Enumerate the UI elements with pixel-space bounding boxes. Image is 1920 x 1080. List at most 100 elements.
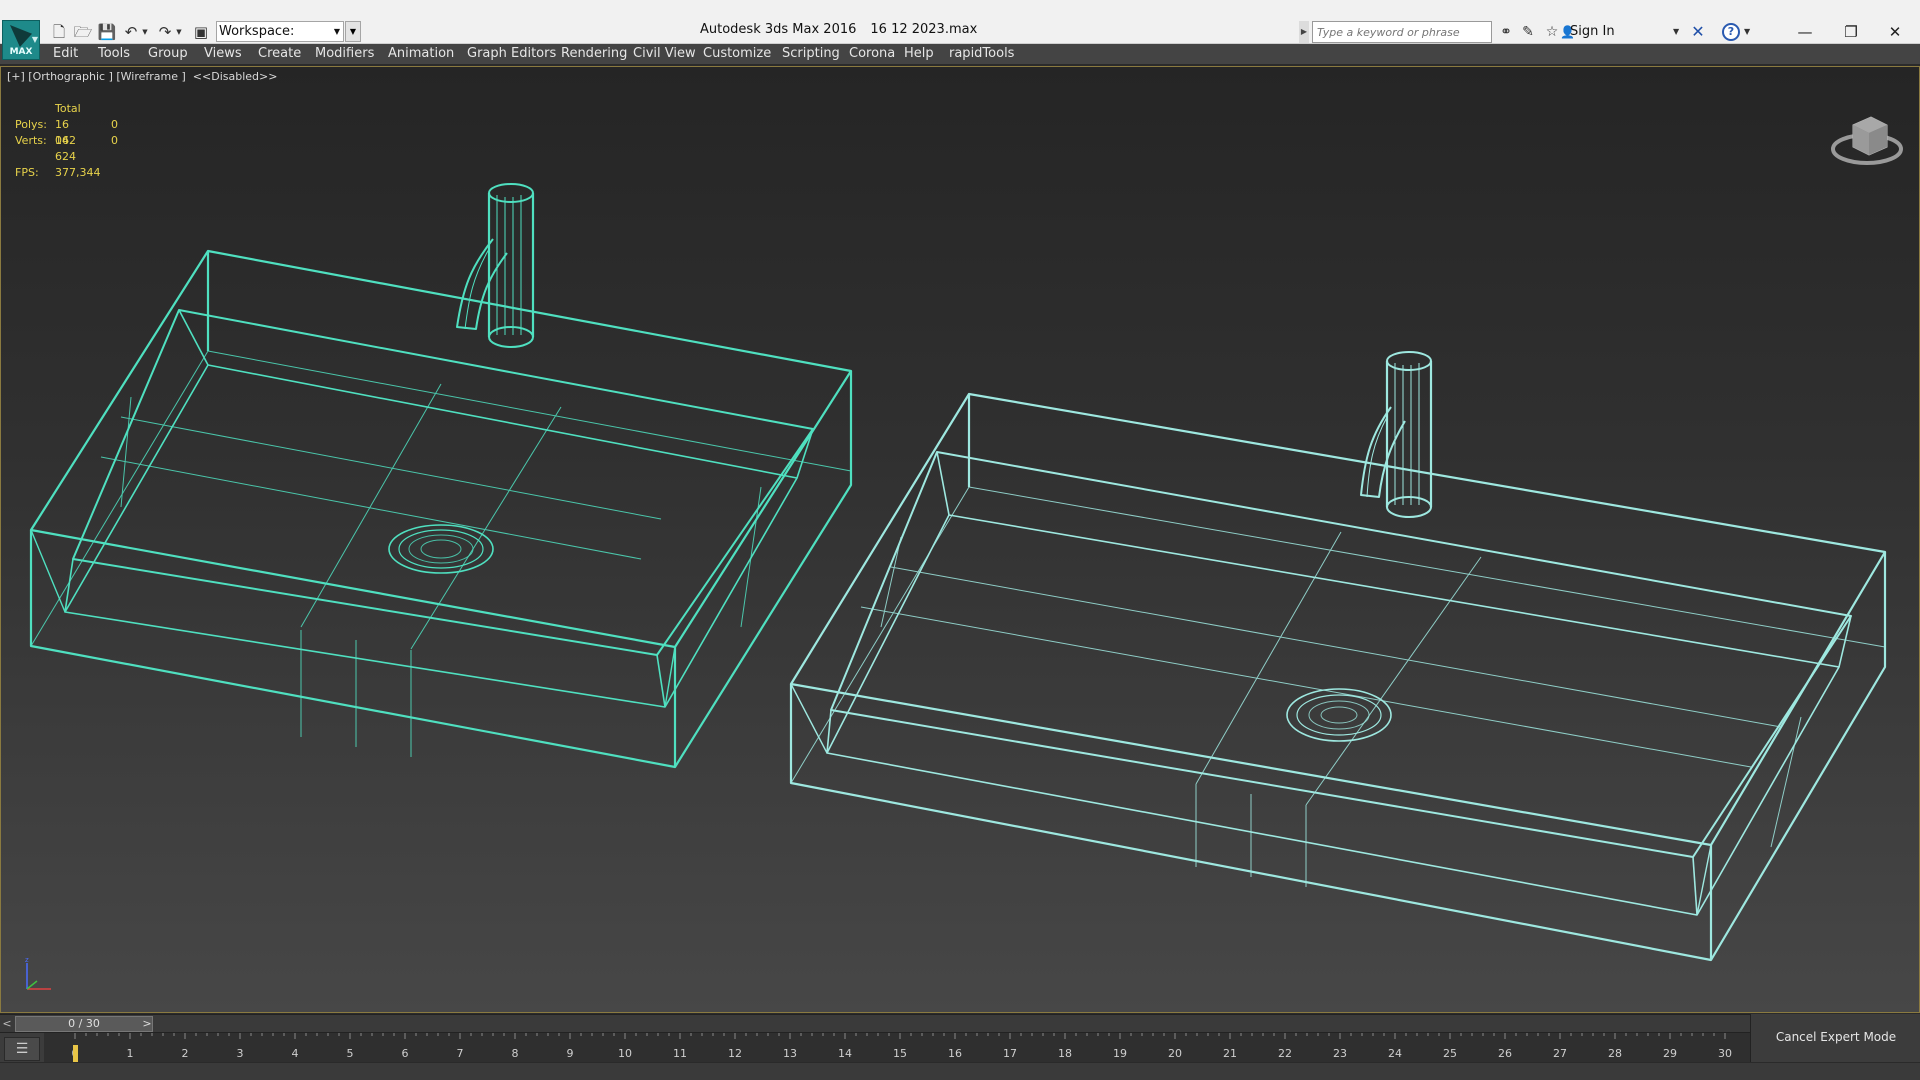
frame-tick-label: 20 — [1168, 1047, 1182, 1060]
menu-graph-editors[interactable]: Graph Editors — [467, 46, 556, 61]
chevron-down-icon[interactable]: ▼ — [1673, 27, 1679, 36]
frame-tick-label: 1 — [127, 1047, 134, 1060]
search-input[interactable] — [1312, 21, 1492, 43]
open-folder-icon[interactable]: 🗁 — [72, 22, 94, 42]
frame-tick-label: 24 — [1388, 1047, 1402, 1060]
frame-tick-label: 9 — [567, 1047, 574, 1060]
binoculars-icon[interactable]: ⚭ — [1496, 22, 1516, 42]
menu-tools[interactable]: Tools — [98, 46, 130, 61]
menu-rapidtools[interactable]: rapidTools — [949, 46, 1014, 61]
frame-tick-label: 14 — [838, 1047, 852, 1060]
fps-value: 377,344 — [55, 166, 101, 179]
frame-tick-label: 10 — [618, 1047, 632, 1060]
frame-tick-label: 2 — [182, 1047, 189, 1060]
file-name: 16 12 2023.max — [870, 22, 978, 37]
menu-civil-view[interactable]: Civil View — [633, 46, 696, 61]
frame-tick-label: 28 — [1608, 1047, 1622, 1060]
curve-editor-icon[interactable]: ☰ — [4, 1037, 40, 1061]
restore-button[interactable]: ❐ — [1828, 20, 1874, 44]
time-slider-thumb[interactable]: 0 / 30 — [15, 1016, 153, 1032]
chevron-down-icon[interactable]: ▼ — [1744, 27, 1750, 36]
frame-tick-label: 15 — [893, 1047, 907, 1060]
frame-tick-label: 11 — [673, 1047, 687, 1060]
title-bar: MAX ▼ 🗋 🗁 💾 ↶ ▼ ↷ ▼ ▣ Workspace: Default… — [0, 0, 1920, 60]
menu-edit[interactable]: Edit — [53, 46, 78, 61]
next-frame-button[interactable]: > — [140, 1016, 154, 1032]
subscription-icon[interactable]: ✎ — [1518, 22, 1538, 42]
workspace-select[interactable]: Workspace: Default ▼ — [216, 21, 344, 58]
frame-tick-label: 22 — [1278, 1047, 1292, 1060]
axis-tripod-icon: z — [25, 956, 51, 990]
menu-customize[interactable]: Customize — [703, 46, 771, 61]
undo-dropdown-icon[interactable]: ▼ — [140, 22, 150, 42]
left-sink-wireframe — [29, 183, 853, 769]
sign-in-button[interactable]: Sign In — [1570, 24, 1615, 39]
favorites-star-icon[interactable]: ☆ — [1542, 22, 1562, 42]
frame-tick-label: 7 — [457, 1047, 464, 1060]
verts-total: 16 624 — [55, 134, 76, 163]
verts-label: Verts: — [15, 134, 47, 147]
cancel-expert-mode-button[interactable]: Cancel Expert Mode — [1761, 1026, 1911, 1048]
viewport-label-menu[interactable]: [+] [Orthographic ] [Wireframe ] <<Disab… — [7, 70, 277, 83]
minimize-button[interactable]: — — [1782, 20, 1828, 44]
menu-corona[interactable]: Corona — [849, 46, 895, 61]
frame-tick-label: 13 — [783, 1047, 797, 1060]
app-window: MAX ▼ 🗋 🗁 💾 ↶ ▼ ↷ ▼ ▣ Workspace: Default… — [0, 0, 1920, 1080]
app-logo-icon — [10, 25, 32, 47]
menu-create[interactable]: Create — [258, 46, 301, 61]
frame-tick-label: 25 — [1443, 1047, 1457, 1060]
frame-tick-label: 6 — [402, 1047, 409, 1060]
menu-help[interactable]: Help — [904, 46, 934, 61]
menu-rendering[interactable]: Rendering — [561, 46, 627, 61]
menu-views[interactable]: Views — [204, 46, 242, 61]
undo-icon[interactable]: ↶ — [120, 22, 142, 42]
current-frame-marker[interactable] — [73, 1045, 78, 1063]
new-file-icon[interactable]: 🗋 — [48, 22, 70, 42]
app-logo-text: MAX — [9, 47, 33, 57]
app-menu-button[interactable]: MAX ▼ — [2, 20, 40, 60]
menu-bar: Edit Tools Group Views Create Modifiers … — [0, 44, 1920, 64]
frame-tick-label: 26 — [1498, 1047, 1512, 1060]
viewport[interactable]: [+] [Orthographic ] [Wireframe ] <<Disab… — [0, 66, 1920, 1013]
frame-tick-label: 5 — [347, 1047, 354, 1060]
quick-access-customize-button[interactable]: ▼ — [345, 21, 361, 42]
previous-frame-button[interactable]: < — [0, 1016, 14, 1032]
track-bar[interactable]: ☰ 01234567891011121314151617181920212223… — [0, 1032, 1920, 1063]
close-button[interactable]: ✕ — [1872, 20, 1918, 44]
menu-animation[interactable]: Animation — [388, 46, 454, 61]
viewcube-icon[interactable] — [1831, 103, 1903, 173]
redo-dropdown-icon[interactable]: ▼ — [174, 22, 184, 42]
menu-group[interactable]: Group — [148, 46, 188, 61]
menu-modifiers[interactable]: Modifiers — [315, 46, 374, 61]
frame-tick-label: 18 — [1058, 1047, 1072, 1060]
polys-selected: 0 — [111, 118, 118, 131]
menu-scripting[interactable]: Scripting — [782, 46, 840, 61]
app-name: Autodesk 3ds Max 2016 — [700, 22, 857, 37]
time-slider[interactable]: < 0 / 30 > — [0, 1014, 1920, 1032]
exchange-apps-icon[interactable]: ✕ — [1688, 22, 1708, 42]
frame-tick-label: 4 — [292, 1047, 299, 1060]
fps-label: FPS: — [15, 166, 39, 179]
frame-tick-label: 19 — [1113, 1047, 1127, 1060]
frame-ruler[interactable]: 0123456789101112131415161718192021222324… — [44, 1033, 1750, 1063]
chevron-down-icon: ▼ — [31, 35, 38, 44]
frame-tick-label: 30 — [1718, 1047, 1732, 1060]
redo-icon[interactable]: ↷ — [154, 22, 176, 42]
window-title: Autodesk 3ds Max 2016 16 12 2023.max — [700, 22, 1060, 37]
help-icon[interactable]: ? — [1722, 23, 1740, 41]
frame-tick-label: 23 — [1333, 1047, 1347, 1060]
frame-tick-label: 8 — [512, 1047, 519, 1060]
chevron-down-icon: ▼ — [333, 27, 340, 36]
frame-tick-label: 17 — [1003, 1047, 1017, 1060]
status-strip — [0, 1062, 1920, 1080]
wireframe-scene — [29, 183, 1887, 962]
frame-tick-label: 27 — [1553, 1047, 1567, 1060]
frame-tick-label: 12 — [728, 1047, 742, 1060]
search-expand-icon[interactable]: ▶ — [1299, 21, 1309, 43]
frame-tick-label: 3 — [237, 1047, 244, 1060]
project-folder-icon[interactable]: ▣ — [190, 22, 212, 42]
right-sink-wireframe — [789, 351, 1887, 962]
save-icon[interactable]: 💾 — [96, 22, 118, 42]
verts-selected: 0 — [111, 134, 118, 147]
polys-label: Polys: — [15, 118, 47, 131]
